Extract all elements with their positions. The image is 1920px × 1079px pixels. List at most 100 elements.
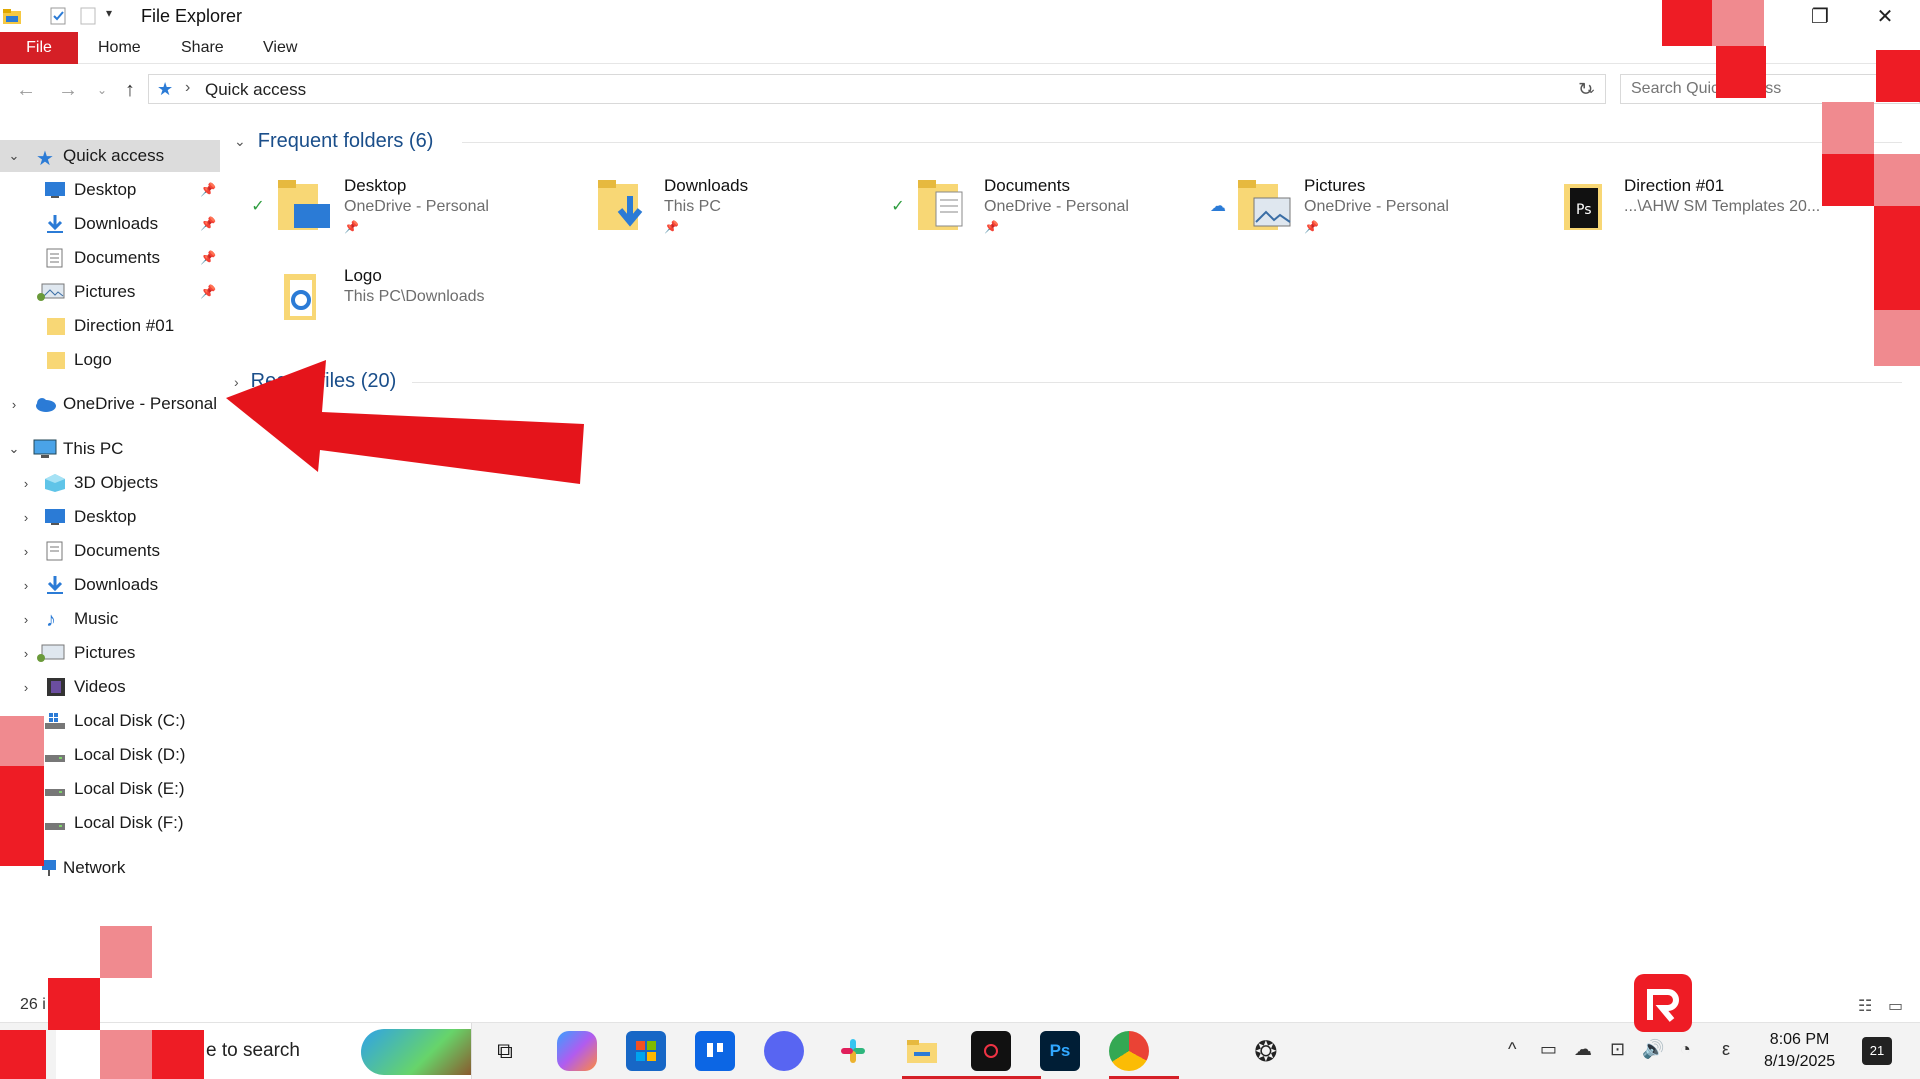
sync-check-icon: ✓ — [891, 198, 905, 215]
chevron-down-icon[interactable]: ⌄ — [6, 148, 22, 164]
sidebar-item-quick-access[interactable]: ⌄ ★ Quick access — [0, 140, 220, 172]
frequent-folders-header[interactable]: ⌄ Frequent folders (6) — [234, 130, 433, 153]
sidebar-item-downloads[interactable]: Downloads 📌 — [0, 208, 220, 240]
folder-location: This PC\Downloads — [344, 288, 485, 305]
chevron-right-icon[interactable]: › — [18, 646, 34, 661]
sidebar-item-this-pc[interactable]: ⌄ This PC — [0, 433, 220, 465]
notification-center-button[interactable]: 21 — [1862, 1037, 1892, 1065]
sidebar-item-music[interactable]: › ♪ Music — [0, 603, 220, 635]
folder-tile-desktop[interactable]: ✓ Desktop OneDrive - Personal 📌 — [248, 174, 568, 244]
show-hidden-icons-chevron-icon[interactable]: ^ — [1508, 1039, 1516, 1060]
pin-icon[interactable]: 📌 — [200, 216, 216, 232]
chatgpt-icon[interactable]: ❂ — [1246, 1031, 1286, 1071]
file-explorer-icon — [2, 6, 22, 26]
customize-toolbar-icon[interactable]: ▾ — [106, 6, 126, 26]
sidebar-item-desktop[interactable]: Desktop 📌 — [0, 174, 220, 206]
sidebar-item-pc-pictures[interactable]: › Pictures — [0, 637, 220, 669]
overlay-pixel-block — [1876, 50, 1920, 102]
up-arrow-icon[interactable]: ↑ — [118, 78, 142, 102]
back-arrow-icon[interactable]: ← — [14, 78, 38, 102]
sidebar-item-pc-documents[interactable]: › Documents — [0, 535, 220, 567]
sidebar-item-pc-desktop[interactable]: › Desktop — [0, 501, 220, 533]
photoshop-icon[interactable]: Ps — [1040, 1031, 1080, 1071]
pin-icon[interactable]: 📌 — [200, 284, 216, 300]
sidebar-item-3d-objects[interactable]: › 3D Objects — [0, 467, 220, 499]
tab-share[interactable]: Share — [163, 32, 242, 64]
overlay-pixel-block — [1874, 154, 1920, 206]
onedrive-tray-icon[interactable]: ☁ — [1574, 1039, 1592, 1060]
chevron-down-icon[interactable]: ⌄ — [234, 133, 246, 150]
sidebar-item-label: Desktop — [74, 507, 137, 526]
ribbon-tabs: File Home Share View — [0, 32, 1920, 64]
chevron-right-icon[interactable]: › — [18, 476, 34, 491]
properties-icon[interactable] — [48, 6, 68, 26]
folder-tile-logo[interactable]: Logo This PC\Downloads — [248, 264, 568, 334]
restore-button[interactable]: ❐ — [1790, 0, 1850, 32]
sidebar-item-label: OneDrive - Personal — [63, 394, 218, 413]
channel-logo-badge — [1634, 974, 1692, 1032]
folder-tile-direction-01[interactable]: Ps Direction #01 ...\AHW SM Templates 20… — [1528, 174, 1848, 244]
folder-tile-downloads[interactable]: Downloads This PC 📌 — [568, 174, 888, 244]
meet-now-icon[interactable]: ⊡ — [1610, 1039, 1625, 1060]
sidebar-item-pictures[interactable]: Pictures 📌 — [0, 276, 220, 308]
new-folder-icon[interactable] — [78, 6, 98, 26]
sidebar-item-label: Documents — [74, 248, 160, 267]
microsoft-store-icon[interactable] — [626, 1031, 666, 1071]
task-view-icon[interactable]: ⧉ — [485, 1031, 525, 1071]
red-pointer-arrow-overlay — [226, 360, 584, 484]
sidebar-item-pc-downloads[interactable]: › Downloads — [0, 569, 220, 601]
pin-icon[interactable]: 📌 — [200, 182, 216, 198]
refresh-icon[interactable]: ↻ — [1578, 79, 1593, 100]
sidebar-item-videos[interactable]: › Videos — [0, 671, 220, 703]
wifi-icon[interactable]: ◔ — [1680, 1039, 1691, 1060]
volume-icon[interactable]: 🔊 — [1642, 1039, 1664, 1060]
overlay-pixel-block — [100, 1030, 152, 1079]
overlay-pixel-block — [1712, 0, 1764, 46]
file-explorer-taskbar-icon[interactable] — [902, 1031, 972, 1079]
search-box[interactable] — [1620, 74, 1920, 104]
sidebar-item-logo[interactable]: Logo — [0, 344, 220, 376]
chevron-right-icon[interactable]: › — [18, 578, 34, 593]
chrome-icon[interactable] — [1109, 1031, 1179, 1079]
trello-icon[interactable] — [695, 1031, 735, 1071]
breadcrumb-quick-access[interactable]: Quick access — [205, 80, 306, 100]
tab-view[interactable]: View — [245, 32, 315, 64]
close-button[interactable]: ✕ — [1855, 0, 1915, 32]
slack-icon[interactable] — [833, 1031, 873, 1071]
davinci-resolve-icon[interactable] — [971, 1031, 1041, 1079]
chevron-right-icon[interactable]: › — [18, 612, 34, 627]
copilot-icon[interactable] — [557, 1031, 597, 1071]
sidebar-item-onedrive[interactable]: › OneDrive - Personal — [0, 388, 220, 420]
forward-arrow-icon[interactable]: → — [56, 78, 80, 102]
chevron-right-icon[interactable]: › — [18, 544, 34, 559]
chevron-right-icon[interactable]: › — [18, 680, 34, 695]
overlay-pixel-block — [48, 978, 100, 1030]
chevron-right-icon[interactable]: › — [18, 510, 34, 525]
address-bar[interactable]: ★ › Quick access ⌄ — [148, 74, 1606, 104]
tab-home[interactable]: Home — [80, 32, 159, 64]
details-view-icon[interactable]: ☷ — [1858, 996, 1880, 1015]
chevron-right-icon[interactable]: › — [6, 397, 22, 412]
discord-icon[interactable] — [764, 1031, 804, 1071]
clock[interactable]: 8:06 PM 8/19/2025 — [1764, 1029, 1835, 1073]
large-icons-view-icon[interactable]: ▭ — [1888, 996, 1910, 1015]
pictures-icon — [36, 643, 65, 663]
clock-date: 8/19/2025 — [1764, 1053, 1836, 1070]
desktop-icon — [44, 507, 66, 527]
download-arrow-icon — [44, 575, 66, 595]
folder-tile-documents[interactable]: ✓ Documents OneDrive - Personal 📌 — [888, 174, 1208, 244]
folder-tile-pictures[interactable]: ☁ Pictures OneDrive - Personal 📌 — [1208, 174, 1528, 244]
recent-locations-chevron-icon[interactable]: ⌄ — [90, 78, 114, 102]
sidebar-item-documents[interactable]: Documents 📌 — [0, 242, 220, 274]
breadcrumb-separator-icon[interactable]: › — [185, 79, 190, 97]
search-input[interactable] — [1621, 75, 1919, 103]
sidebar-item-direction-01[interactable]: Direction #01 — [0, 310, 220, 342]
tab-file[interactable]: File — [0, 32, 78, 64]
battery-icon[interactable]: ▭ — [1540, 1039, 1557, 1060]
folder-location: ...\AHW SM Templates 20... — [1624, 198, 1821, 215]
chevron-down-icon[interactable]: ⌄ — [6, 441, 22, 457]
overlay-pixel-block — [1822, 102, 1874, 154]
pin-icon[interactable]: 📌 — [200, 250, 216, 266]
sidebar-item-label: Downloads — [74, 214, 159, 233]
input-language-indicator[interactable]: ε — [1722, 1039, 1730, 1060]
